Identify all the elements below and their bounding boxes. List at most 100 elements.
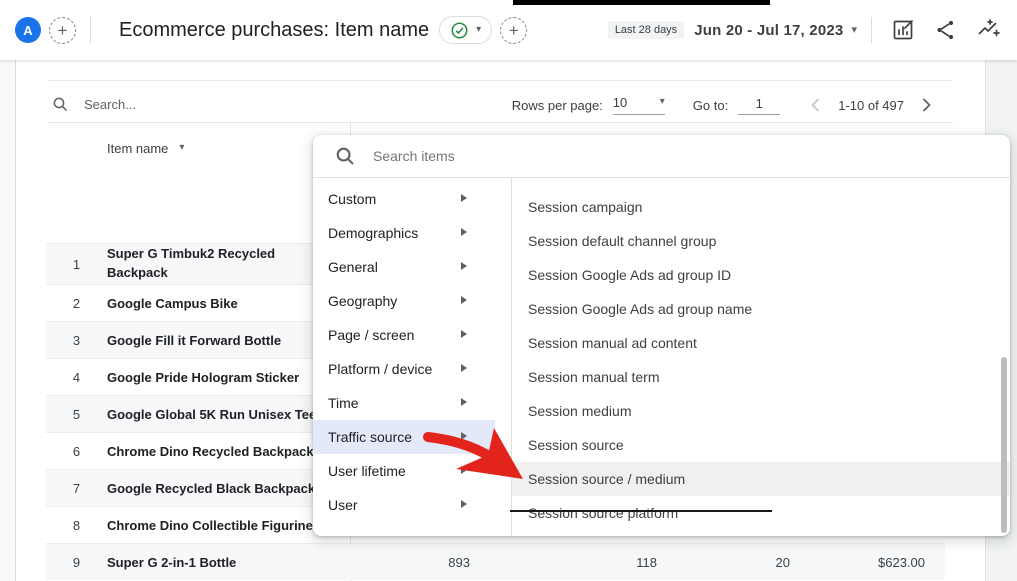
chevron-down-icon: ▾ bbox=[179, 143, 184, 153]
category-label: General bbox=[328, 259, 378, 275]
add-comparison-button[interactable]: + bbox=[49, 17, 76, 44]
item-name-cell: Google Fill it Forward Bottle bbox=[107, 333, 313, 348]
report-status-pill[interactable]: ▾ bbox=[439, 16, 492, 44]
dimension-category-item[interactable]: Page / screen bbox=[313, 318, 511, 352]
chevron-left-icon bbox=[810, 98, 820, 112]
dimension-label: Session Google Ads ad group name bbox=[528, 301, 752, 317]
toolbar-top-rule bbox=[48, 80, 953, 81]
pagination-bar: Rows per page: 10 ▾ Go to: 1-10 of 497 bbox=[512, 92, 938, 118]
dimension-label: Session Google Ads ad group ID bbox=[528, 267, 731, 283]
dimension-menu-item[interactable]: Session campaign bbox=[512, 190, 1010, 224]
insights-sparkline-icon bbox=[977, 18, 1001, 42]
redaction-bar bbox=[513, 0, 770, 5]
page-title: Ecommerce purchases: Item name bbox=[119, 19, 429, 42]
row-index: 5 bbox=[46, 407, 107, 422]
category-label: Time bbox=[328, 395, 359, 411]
dimension-label: Session source / medium bbox=[528, 471, 685, 487]
search-input[interactable] bbox=[82, 96, 266, 113]
dimension-menu-item[interactable]: Session source / medium bbox=[512, 462, 1010, 496]
dimension-menu-item[interactable]: Session default channel group bbox=[512, 224, 1010, 258]
item-name-cell: Chrome Dino Recycled Backpack bbox=[107, 444, 313, 459]
category-label: User lifetime bbox=[328, 463, 406, 479]
dimension-menu-item[interactable]: Session source platform bbox=[512, 496, 1010, 530]
item-name-cell: Google Recycled Black Backpack bbox=[107, 481, 313, 496]
dimension-label: Session default channel group bbox=[528, 233, 716, 249]
dimension-label: Session source bbox=[528, 437, 624, 453]
row-index: 7 bbox=[46, 481, 107, 496]
dimension-category-item[interactable]: User bbox=[313, 488, 511, 522]
row-index: 9 bbox=[46, 555, 107, 570]
toolbar-bottom-rule bbox=[48, 122, 953, 123]
dimension-category-item[interactable]: General bbox=[313, 250, 511, 284]
dimension-category-item[interactable]: Demographics bbox=[313, 216, 511, 250]
dimension-item-list: Session campaign Session default channel… bbox=[512, 178, 1010, 536]
item-name-cell: Google Global 5K Run Unisex Tee bbox=[107, 407, 313, 422]
table-search bbox=[52, 93, 266, 115]
date-range-value[interactable]: Jun 20 - Jul 17, 2023 bbox=[694, 22, 843, 39]
chevron-down-icon: ▾ bbox=[476, 25, 481, 35]
submenu-arrow-icon bbox=[461, 296, 467, 304]
search-icon bbox=[52, 96, 69, 113]
insights-button[interactable] bbox=[977, 18, 1001, 42]
column-header-label: Item name bbox=[107, 141, 168, 156]
previous-page-button[interactable] bbox=[804, 94, 826, 116]
submenu-arrow-icon bbox=[461, 398, 467, 406]
table-row: 9 Super G 2-in-1 Bottle 893 118 20 $623.… bbox=[46, 543, 945, 580]
goto-page-input[interactable] bbox=[738, 96, 780, 115]
dimension-menu-item[interactable]: Session Google Ads ad group name bbox=[512, 292, 1010, 326]
metric-cell: $623.00 bbox=[790, 555, 925, 570]
avatar[interactable]: A bbox=[15, 17, 41, 43]
chevron-right-icon bbox=[922, 98, 932, 112]
item-name-column-header[interactable]: Item name ▾ bbox=[107, 137, 184, 159]
dimension-category-item[interactable]: Traffic source bbox=[313, 420, 511, 454]
dimension-category-item[interactable]: User lifetime bbox=[313, 454, 511, 488]
dimension-menu-item[interactable]: Session medium bbox=[512, 394, 1010, 428]
ga4-report-page: A + Ecommerce purchases: Item name ▾ + L… bbox=[0, 0, 1017, 581]
next-page-button[interactable] bbox=[916, 94, 938, 116]
category-label: Demographics bbox=[328, 225, 418, 241]
rows-per-page-select[interactable]: 10 ▾ bbox=[613, 95, 665, 115]
chevron-down-icon: ▾ bbox=[851, 25, 857, 36]
menu-scrollbar-thumb[interactable] bbox=[1001, 357, 1007, 533]
dimension-search bbox=[313, 135, 1010, 178]
plus-icon: + bbox=[58, 22, 68, 39]
dimension-category-list: Custom Demographics General Geography Pa… bbox=[313, 178, 512, 536]
dimension-label: Session medium bbox=[528, 403, 632, 419]
submenu-arrow-icon bbox=[461, 330, 467, 338]
dimension-category-item[interactable]: Custom bbox=[313, 182, 511, 216]
share-button[interactable] bbox=[934, 18, 958, 42]
submenu-arrow-icon bbox=[461, 500, 467, 508]
dimension-menu-body: Custom Demographics General Geography Pa… bbox=[313, 178, 1010, 536]
dimension-category-item[interactable]: Geography bbox=[313, 284, 511, 318]
pagination-range: 1-10 of 497 bbox=[838, 98, 904, 113]
dimension-menu-item[interactable]: Session manual term bbox=[512, 360, 1010, 394]
page-left-margin bbox=[0, 60, 16, 581]
edit-chart-icon bbox=[891, 18, 915, 42]
item-name-cell: Super G 2-in-1 Bottle bbox=[107, 555, 313, 570]
row-index: 6 bbox=[46, 444, 107, 459]
dimension-menu-item[interactable]: Session source bbox=[512, 428, 1010, 462]
dimension-category-item[interactable]: Time bbox=[313, 386, 511, 420]
submenu-arrow-icon bbox=[461, 228, 467, 236]
search-icon bbox=[335, 146, 356, 167]
plus-icon: + bbox=[509, 22, 519, 39]
dimension-label: Session source platform bbox=[528, 505, 678, 521]
dimension-category-item[interactable]: Platform / device bbox=[313, 352, 511, 386]
customize-report-button[interactable] bbox=[891, 18, 915, 42]
rows-per-page-label: Rows per page: bbox=[512, 98, 603, 113]
dimension-menu-item[interactable]: Session manual ad content bbox=[512, 326, 1010, 360]
header-divider bbox=[871, 17, 872, 43]
row-index: 4 bbox=[46, 370, 107, 385]
row-index: 3 bbox=[46, 333, 107, 348]
dimension-picker-menu: Custom Demographics General Geography Pa… bbox=[313, 135, 1010, 536]
strikethrough-annotation bbox=[510, 510, 772, 512]
metric-cell: 893 bbox=[313, 555, 470, 570]
header-divider bbox=[90, 17, 91, 43]
dimension-menu-item[interactable]: Session Google Ads ad group ID bbox=[512, 258, 1010, 292]
item-name-cell: Google Pride Hologram Sticker bbox=[107, 370, 313, 385]
rows-per-page-value: 10 bbox=[613, 95, 627, 110]
add-report-item-button[interactable]: + bbox=[500, 17, 527, 44]
category-label: User bbox=[328, 497, 358, 513]
dimension-search-input[interactable] bbox=[371, 147, 775, 165]
submenu-arrow-icon bbox=[461, 194, 467, 202]
